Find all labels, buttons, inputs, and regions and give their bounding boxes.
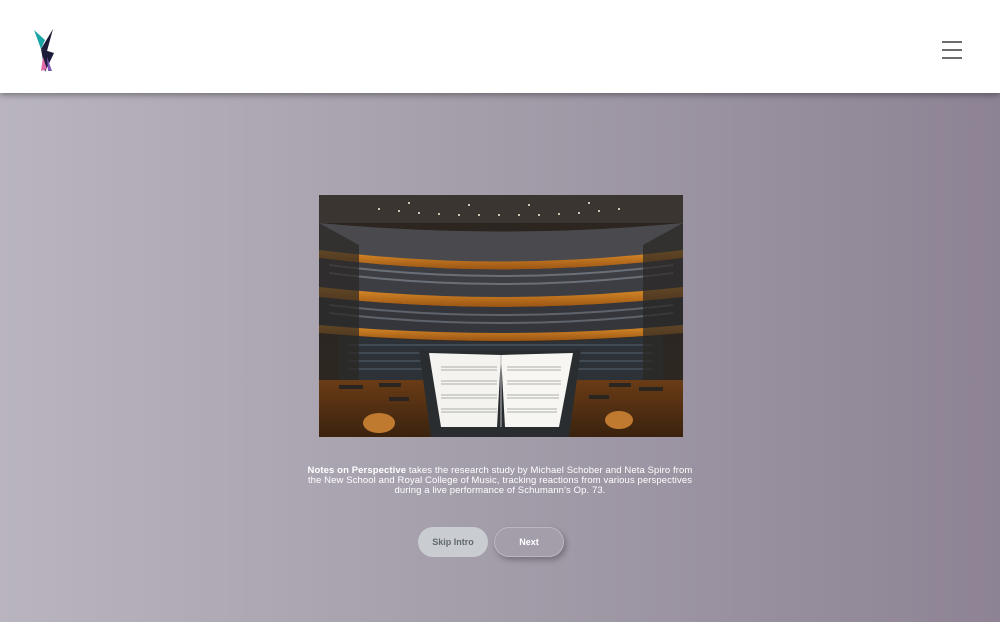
next-button[interactable]: Next	[494, 527, 564, 557]
brand-logo-icon[interactable]	[31, 27, 59, 75]
top-header	[0, 0, 1000, 93]
intro-text: Notes on Perspective takes the research …	[300, 465, 700, 497]
concert-hall-image	[319, 195, 683, 437]
skip-intro-button[interactable]: Skip Intro	[418, 527, 488, 557]
intro-page: Notes on Perspective takes the research …	[0, 0, 1000, 625]
hamburger-menu-icon[interactable]	[937, 37, 967, 63]
